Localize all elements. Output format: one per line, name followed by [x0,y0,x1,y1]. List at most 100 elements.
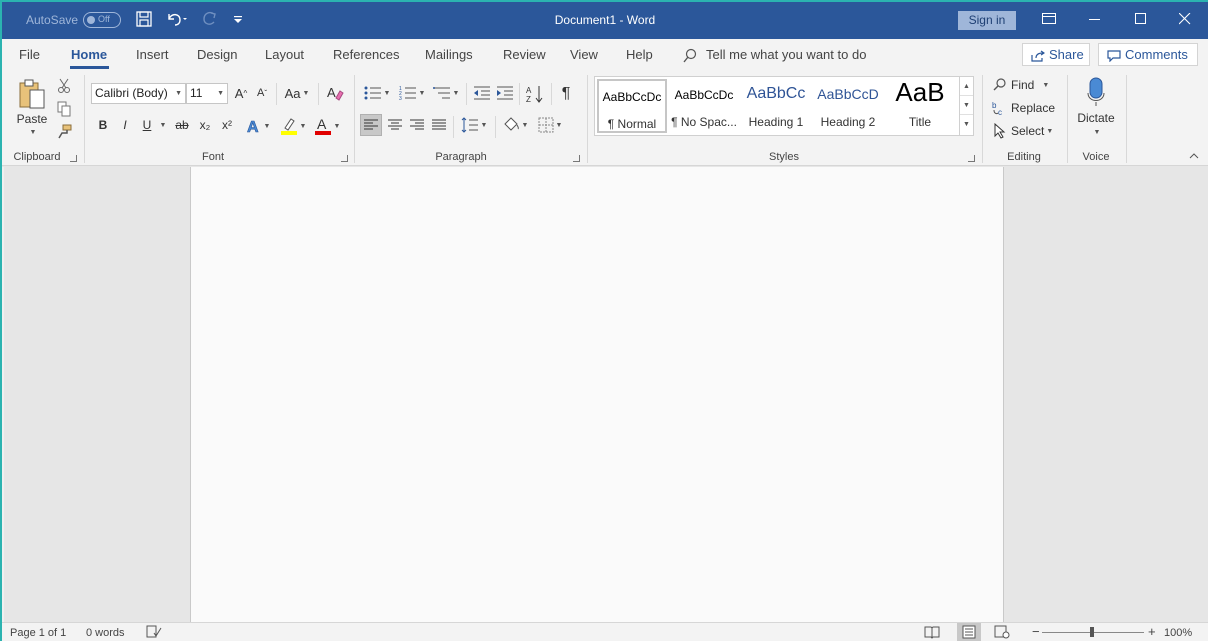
zoom-in-button[interactable]: + [1148,624,1156,639]
paste-label[interactable]: Paste [14,111,50,127]
clear-formatting-icon[interactable]: A [324,83,346,103]
style-name: ¶ No Spac... [671,115,737,129]
style-title[interactable]: AaB Title [885,77,955,133]
word-count[interactable]: 0 words [86,627,125,639]
change-case-button[interactable]: Aa ▼ [282,83,312,103]
align-left-icon[interactable] [360,114,382,136]
styles-scroll-down-icon[interactable]: ▼ [960,96,973,115]
tab-review[interactable]: Review [503,47,546,62]
font-size-dropdown-icon[interactable]: ▼ [217,84,224,103]
multilevel-list-icon[interactable]: ▼ [430,83,462,103]
collapse-ribbon-icon[interactable] [1188,151,1200,161]
font-color-icon[interactable]: A ▼ [312,115,342,137]
superscript-button[interactable]: x² [217,115,237,135]
styles-gallery: AaBbCcDc ¶ Normal AaBbCcDc ¶ No Spac... … [594,76,974,136]
line-spacing-icon[interactable]: ▼ [458,114,490,136]
tab-layout[interactable]: Layout [265,47,304,62]
microphone-icon[interactable] [1082,76,1110,108]
style-sample: AaBbCc [746,85,806,102]
style-name: Heading 2 [820,115,876,129]
grow-font-button[interactable]: A ^ [232,83,250,103]
styles-more-icon[interactable]: ▼ [960,115,973,134]
italic-button[interactable]: I [116,115,134,135]
clipboard-group-label: Clipboard [13,151,61,163]
comment-icon [1107,49,1121,63]
zoom-level[interactable]: 100% [1164,627,1192,639]
zoom-slider-thumb[interactable] [1090,627,1094,637]
page-count[interactable]: Page 1 of 1 [10,627,66,639]
tell-me-search[interactable]: Tell me what you want to do [682,47,866,64]
tab-references[interactable]: References [333,47,399,62]
align-right-icon[interactable] [406,114,428,136]
sign-in-button[interactable]: Sign in [958,11,1016,30]
subscript-button[interactable]: x₂ [195,115,215,135]
paragraph-launcher-icon[interactable] [573,155,580,162]
format-painter-icon[interactable] [54,122,74,142]
dictate-dropdown-icon[interactable]: ▼ [1090,127,1102,137]
underline-dropdown-icon[interactable]: ▼ [156,115,168,135]
styles-scroll-up-icon[interactable]: ▲ [960,77,973,96]
comments-button[interactable]: Comments [1098,43,1198,66]
highlight-color-icon[interactable]: ▼ [278,115,308,137]
tab-mailings[interactable]: Mailings [425,47,473,62]
bullets-icon[interactable]: ▼ [361,83,393,103]
strikethrough-button[interactable]: ab [171,115,193,135]
clipboard-launcher-icon[interactable] [70,155,77,162]
print-layout-icon[interactable] [957,623,981,641]
font-name-combo[interactable]: Calibri (Body) ▼ [91,83,186,104]
read-mode-icon[interactable] [924,625,940,641]
font-size-value: 11 [190,86,203,100]
left-edge [2,167,4,622]
font-size-combo[interactable]: 11 ▼ [186,83,228,104]
justify-icon[interactable] [428,114,450,136]
increase-indent-icon[interactable] [495,83,515,103]
sort-icon[interactable]: AZ [524,83,546,105]
tab-home[interactable]: Home [71,47,107,62]
mini-divider [519,83,520,105]
proofing-icon[interactable] [146,625,162,641]
share-button[interactable]: Share [1022,43,1090,66]
tab-file[interactable]: File [19,47,40,62]
underline-button[interactable]: U [138,115,156,135]
style-normal[interactable]: AaBbCcDc ¶ Normal [597,79,667,133]
paste-icon[interactable] [14,75,50,115]
decrease-indent-icon[interactable] [472,83,492,103]
document-page[interactable] [190,167,1004,622]
group-divider [1067,75,1068,163]
minimize-icon[interactable] [1072,2,1118,39]
shading-icon[interactable]: ▼ [500,114,530,136]
paste-dropdown-icon[interactable]: ▼ [26,127,38,137]
select-button[interactable]: Select ▼ [992,121,1058,141]
web-layout-icon[interactable] [994,625,1010,641]
show-hide-marks-button[interactable]: ¶ [556,83,576,105]
maximize-icon[interactable] [1118,2,1164,39]
text-effects-icon[interactable]: A ▼ [244,115,272,137]
shrink-font-button[interactable]: Aˇ [253,83,271,103]
close-icon[interactable] [1162,2,1208,39]
copy-icon[interactable] [54,99,74,119]
tab-design[interactable]: Design [197,47,237,62]
ribbon-display-options-icon[interactable] [1026,2,1072,39]
bold-button[interactable]: B [94,115,112,135]
replace-button[interactable]: bc Replace [992,98,1058,118]
find-button[interactable]: Find ▼ [992,75,1058,95]
select-label: Select [1011,124,1045,138]
font-launcher-icon[interactable] [341,155,348,162]
change-case-glyph: Aa [284,85,301,101]
tab-view[interactable]: View [570,47,598,62]
style-heading-1[interactable]: AaBbCc Heading 1 [741,79,811,133]
align-center-icon[interactable] [384,114,406,136]
style-heading-2[interactable]: AaBbCcD Heading 2 [813,79,883,133]
styles-launcher-icon[interactable] [968,155,975,162]
numbering-icon[interactable]: 1 2 3 ▼ [396,83,428,103]
tab-help[interactable]: Help [626,47,653,62]
cut-icon[interactable] [54,76,74,96]
font-name-dropdown-icon[interactable]: ▼ [175,84,182,103]
borders-icon[interactable]: ▼ [534,114,566,136]
svg-text:3: 3 [399,96,402,101]
tab-insert[interactable]: Insert [136,47,169,62]
dictate-label[interactable]: Dictate [1074,110,1118,126]
vertical-scrollbar[interactable] [1192,167,1208,622]
zoom-out-button[interactable]: − [1032,624,1040,639]
style-no-spacing[interactable]: AaBbCcDc ¶ No Spac... [669,79,739,133]
